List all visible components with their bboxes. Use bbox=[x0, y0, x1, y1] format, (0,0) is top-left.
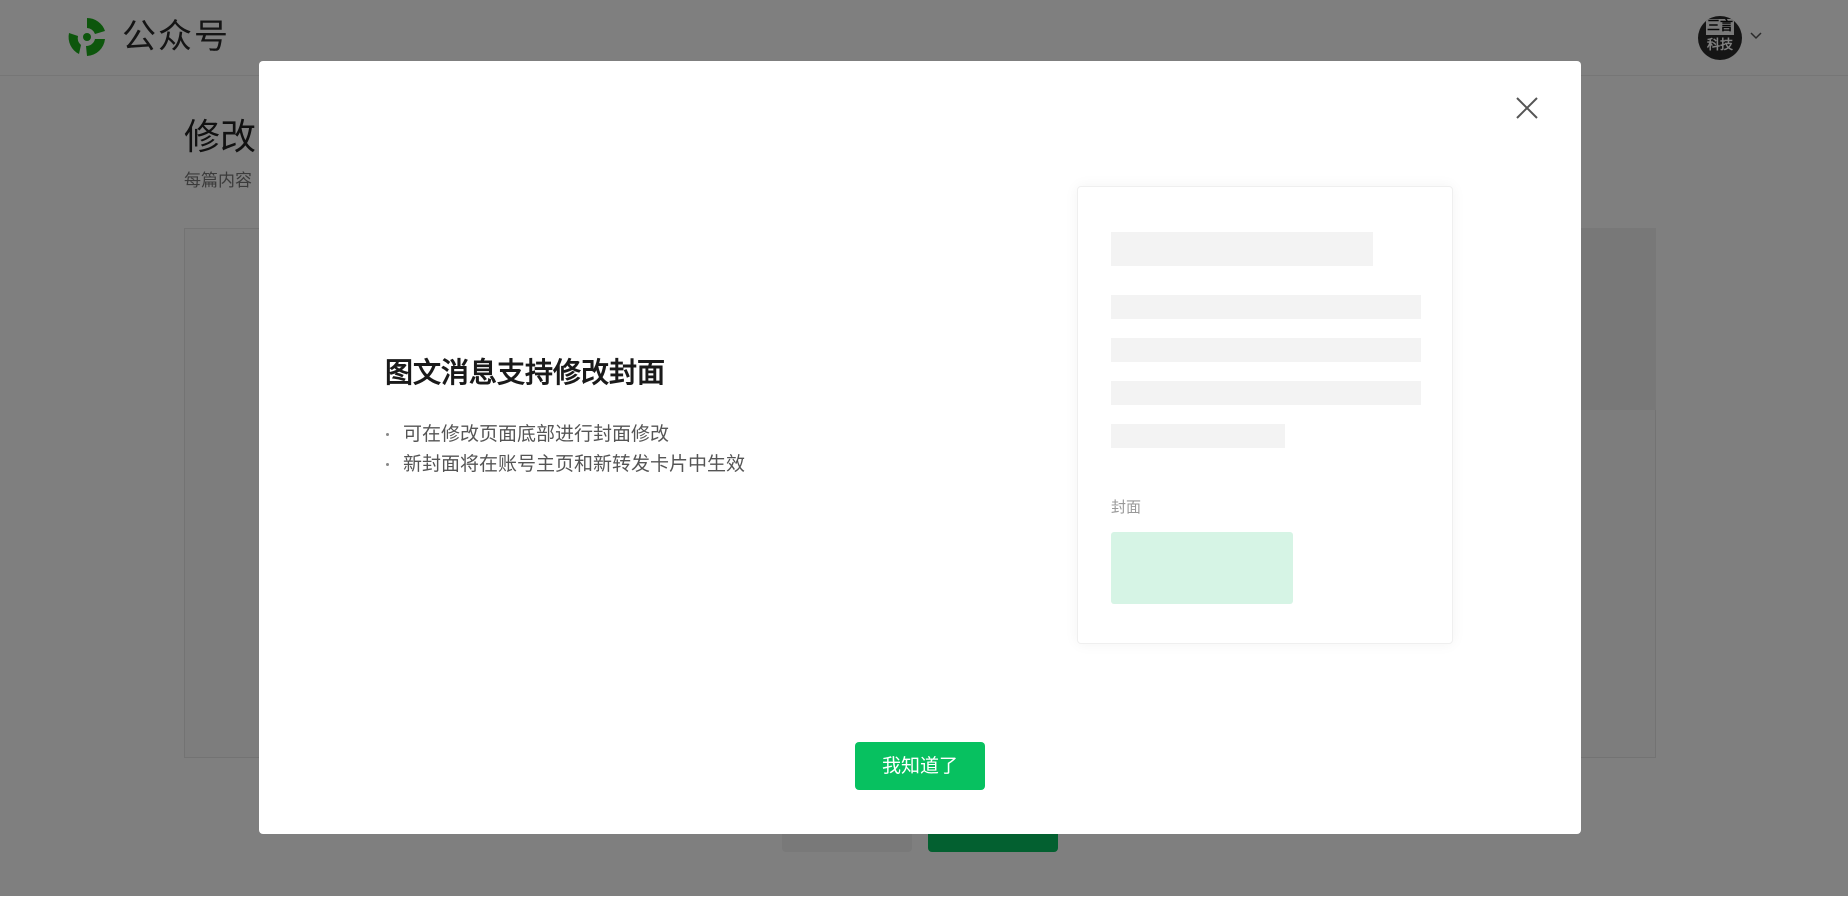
cover-label: 封面 bbox=[1111, 498, 1142, 516]
skeleton-text-line bbox=[1111, 381, 1421, 405]
got-it-button[interactable]: 我知道了 bbox=[855, 742, 985, 790]
bullet-item: 可在修改页面底部进行封面修改 bbox=[385, 419, 745, 449]
close-icon[interactable] bbox=[1512, 93, 1542, 123]
skeleton-text-line bbox=[1111, 295, 1421, 319]
skeleton-text-line bbox=[1111, 338, 1421, 362]
dialog-title: 图文消息支持修改封面 bbox=[385, 356, 666, 389]
cover-feature-dialog: 图文消息支持修改封面 可在修改页面底部进行封面修改 新封面将在账号主页和新转发卡… bbox=[259, 61, 1581, 834]
skeleton-text-line bbox=[1111, 424, 1285, 448]
bullet-item: 新封面将在账号主页和新转发卡片中生效 bbox=[385, 449, 745, 479]
article-preview-illustration: 封面 bbox=[1077, 186, 1453, 644]
cover-placeholder bbox=[1111, 532, 1293, 604]
skeleton-title-bar bbox=[1111, 232, 1373, 266]
feature-bullet-list: 可在修改页面底部进行封面修改 新封面将在账号主页和新转发卡片中生效 bbox=[385, 419, 745, 479]
